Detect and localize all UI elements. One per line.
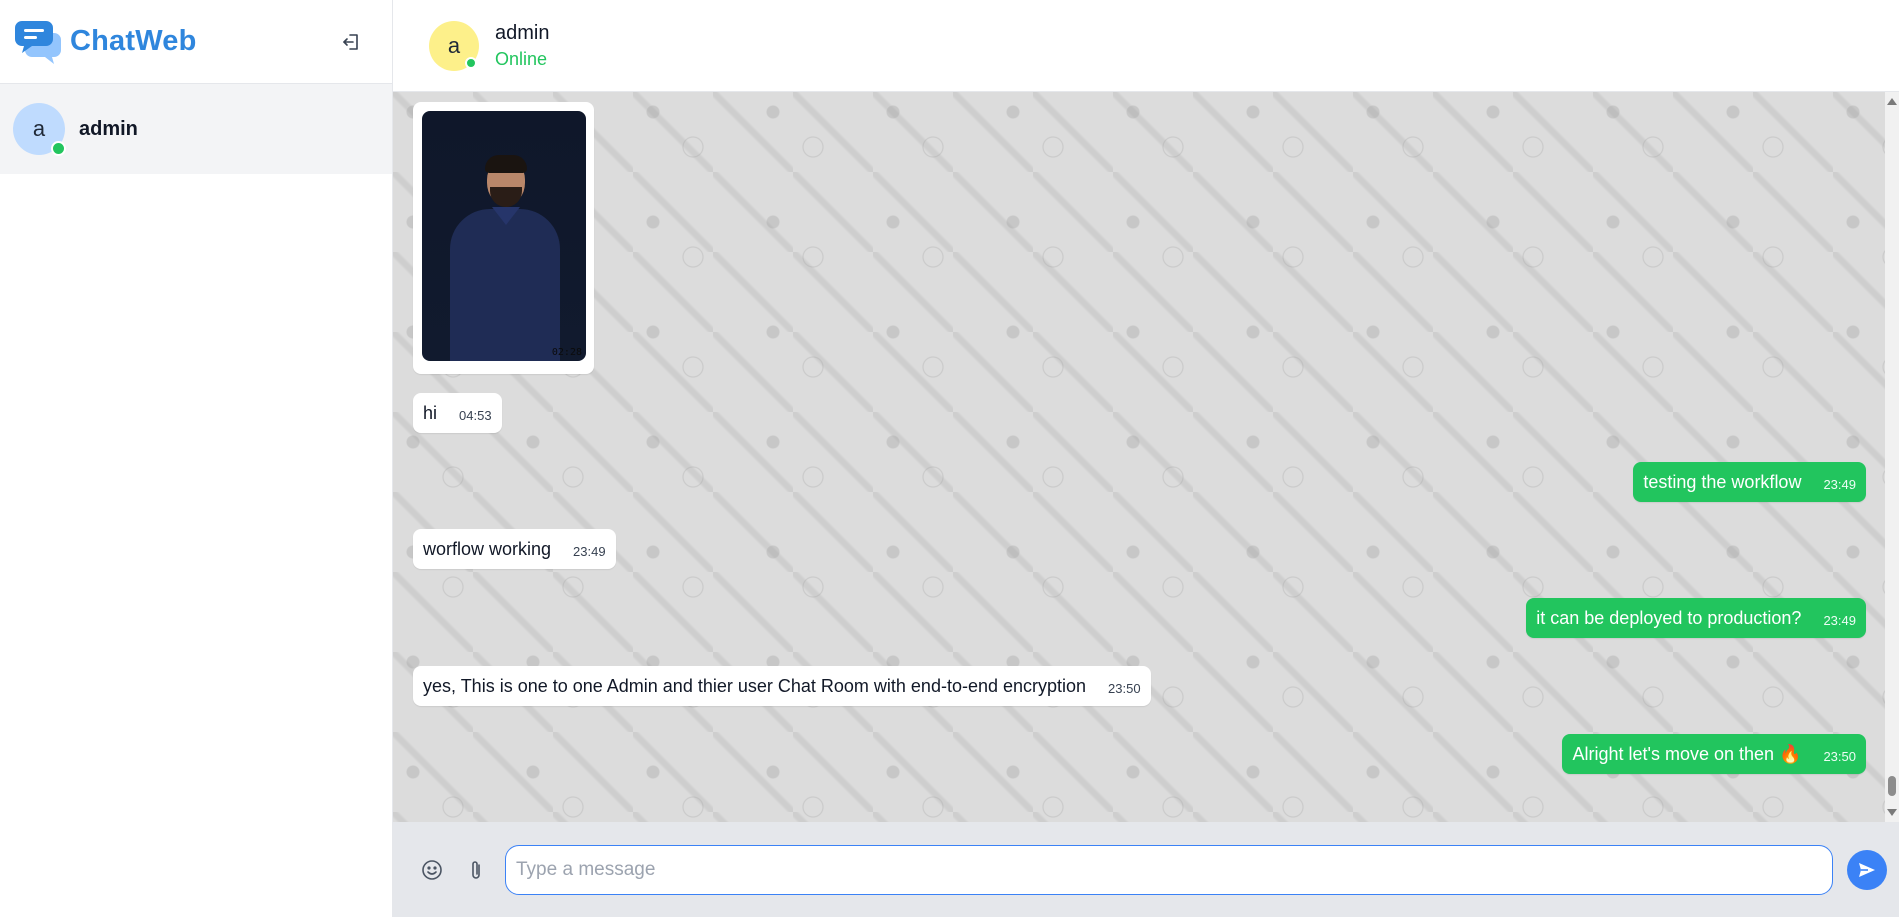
chat-logo-icon xyxy=(15,20,61,64)
online-indicator xyxy=(465,56,477,69)
chat-header-text: admin Online xyxy=(495,22,549,70)
message-time: 04:53 xyxy=(459,408,492,423)
avatar: a xyxy=(429,20,479,71)
message-list[interactable]: 02:28 hi 04:53 testing the workflow 23:4… xyxy=(393,92,1899,822)
contact-name: admin xyxy=(79,117,138,140)
message-bubble-outgoing: Alright let's move on then 🔥 23:50 xyxy=(1562,734,1866,774)
chat-contact-status: Online xyxy=(495,48,548,69)
attach-button[interactable] xyxy=(461,855,491,885)
send-button[interactable] xyxy=(1847,849,1887,890)
scroll-down-icon[interactable] xyxy=(1887,809,1897,816)
message-time: 23:49 xyxy=(1823,613,1856,628)
photo-attachment[interactable]: 02:28 xyxy=(422,111,586,361)
composer xyxy=(393,822,1899,917)
paperclip-icon xyxy=(472,860,480,879)
send-icon xyxy=(1859,862,1875,877)
emoji-button[interactable] xyxy=(417,855,447,885)
smiley-icon xyxy=(422,859,442,880)
message-text: hi xyxy=(423,403,438,423)
message-time: 23:50 xyxy=(1823,749,1856,764)
message-time: 23:49 xyxy=(573,544,606,559)
brand: ChatWeb xyxy=(14,19,197,65)
contact-item-admin[interactable]: a admin xyxy=(0,84,392,174)
message-text: yes, This is one to one Admin and thier … xyxy=(423,676,1087,696)
chat-header: a admin Online xyxy=(393,0,1899,92)
message-bubble-outgoing: testing the workflow 23:49 xyxy=(1633,462,1866,502)
sidebar-header: ChatWeb xyxy=(0,0,392,84)
image-message[interactable]: 02:28 xyxy=(413,102,594,374)
avatar: a xyxy=(13,103,66,156)
message-text: testing the workflow xyxy=(1643,472,1802,492)
scroll-up-icon[interactable] xyxy=(1887,98,1897,105)
sidebar: ChatWeb a admin xyxy=(0,0,393,917)
logout-icon xyxy=(343,33,358,50)
message-bubble-incoming: yes, This is one to one Admin and thier … xyxy=(413,666,1151,706)
message-input[interactable] xyxy=(505,844,1833,895)
photo-stamp: 02:28 xyxy=(551,347,582,358)
message-bubble-incoming: hi 04:53 xyxy=(413,393,502,433)
message-bubble-incoming: worflow working 23:49 xyxy=(413,529,616,569)
scrollbar[interactable] xyxy=(1885,92,1899,822)
photo-person-beard xyxy=(490,187,522,207)
photo-person-hair xyxy=(485,155,527,173)
message-time: 23:50 xyxy=(1108,681,1141,696)
message-bubble-outgoing: it can be deployed to production? 23:49 xyxy=(1526,598,1866,638)
chat-contact-name: admin xyxy=(495,21,550,44)
message-text: worflow working xyxy=(423,539,552,559)
chat-panel: a admin Online 02:28 hi 04:53 testing th… xyxy=(393,0,1899,917)
scrollbar-thumb[interactable] xyxy=(1888,776,1896,796)
online-indicator xyxy=(51,141,66,156)
photo-person-body xyxy=(450,209,560,361)
app-root: ChatWeb a admin a admin Online 02:28 hi … xyxy=(0,0,1899,917)
logout-button[interactable] xyxy=(338,29,364,55)
avatar-initial: a xyxy=(32,116,46,141)
message-text: it can be deployed to production? xyxy=(1536,608,1802,628)
message-text: Alright let's move on then 🔥 xyxy=(1572,744,1802,764)
avatar-initial: a xyxy=(447,32,461,58)
message-time: 23:49 xyxy=(1823,477,1856,492)
brand-name: ChatWeb xyxy=(70,25,197,57)
